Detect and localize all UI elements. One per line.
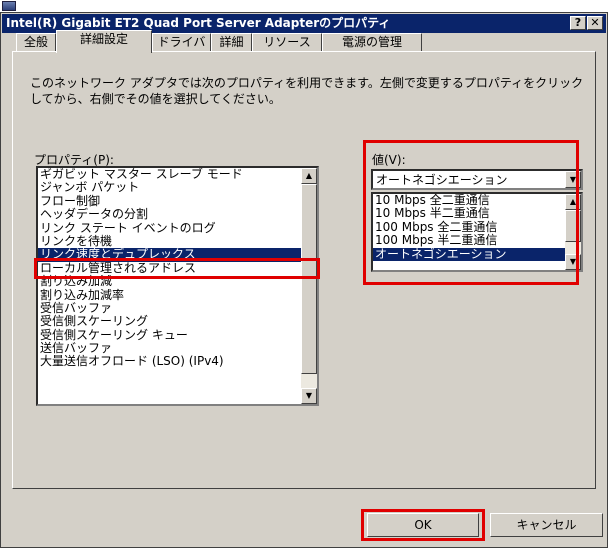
property-item[interactable]: 大量送信オフロード (LSO) (IPv4) [38,355,317,368]
value-scroll-down-icon[interactable]: ▼ [565,254,581,270]
value-item[interactable]: 100 Mbps 半二重通信 [373,233,581,247]
help-button[interactable]: ? [570,16,586,30]
value-current: オートネゴシエーション [376,173,508,187]
tab-advanced[interactable]: 詳細設定 [56,30,152,53]
value-item[interactable]: 10 Mbps 半二重通信 [373,207,581,220]
value-scroll-thumb[interactable] [565,210,581,242]
property-item[interactable]: ヘッダデータの分割 [38,207,317,221]
value-item[interactable]: 10 Mbps 全二重通信 [373,194,581,207]
cancel-button[interactable]: キャンセル [490,513,603,537]
tab-power-management[interactable]: 電源の管理 [322,33,422,52]
description-text: このネットワーク アダプタでは次のプロパティを利用できます。左側で変更するプロパ… [30,76,584,106]
tab-driver[interactable]: ドライバ [152,33,211,52]
property-item[interactable]: 割り込み加減率 [38,288,317,302]
value-list: 10 Mbps 全二重通信 10 Mbps 半二重通信 100 Mbps 全二重通信… [373,194,581,261]
dropdown-arrow-icon[interactable]: ▼ [565,171,581,188]
property-scrollbar[interactable]: ▲ ▼ [301,168,317,404]
taskbar-strip [0,0,610,12]
value-listbox[interactable]: 10 Mbps 全二重通信 10 Mbps 半二重通信 100 Mbps 全二重通信… [371,192,583,272]
property-item[interactable]: 受信側スケーリング [38,315,317,328]
tab-general[interactable]: 全般 [16,33,56,52]
property-item[interactable]: 受信バッファ [38,301,317,315]
window-title: Intel(R) Gigabit ET2 Quad Port Server Ad… [6,16,391,30]
close-button[interactable]: ✕ [587,16,603,30]
property-item[interactable]: ジャンボ パケット [38,181,317,194]
property-item[interactable]: リンク速度とデュプレックス [38,248,317,262]
value-combobox[interactable]: オートネゴシエーション ▼ [371,169,583,190]
property-item[interactable]: リンク ステート イベントのログ [38,221,317,235]
value-item[interactable]: オートネゴシエーション [373,247,581,261]
tab-details[interactable]: 詳細 [211,33,252,52]
value-scroll-up-icon[interactable]: ▲ [565,194,581,210]
property-item[interactable]: 割り込み加減 [38,274,317,288]
scroll-thumb[interactable] [301,184,317,374]
property-item[interactable]: ギガビット マスター スレーブ モード [38,168,317,181]
tab-resources[interactable]: リソース [252,33,322,52]
property-listbox[interactable]: ギガビット マスター スレーブ モード ジャンボ パケット フロー制御 ヘッダデータの… [36,166,319,406]
value-scrollbar[interactable]: ▲ ▼ [565,194,581,270]
value-item[interactable]: 100 Mbps 全二重通信 [373,220,581,234]
network-adapter-icon [2,1,16,11]
scroll-down-arrow-icon[interactable]: ▼ [301,388,317,404]
property-list: ギガビット マスター スレーブ モード ジャンボ パケット フロー制御 ヘッダデータの… [38,168,317,369]
value-label: 値(V): [372,153,406,167]
ok-button[interactable]: OK [367,513,479,537]
scroll-up-arrow-icon[interactable]: ▲ [301,168,317,184]
